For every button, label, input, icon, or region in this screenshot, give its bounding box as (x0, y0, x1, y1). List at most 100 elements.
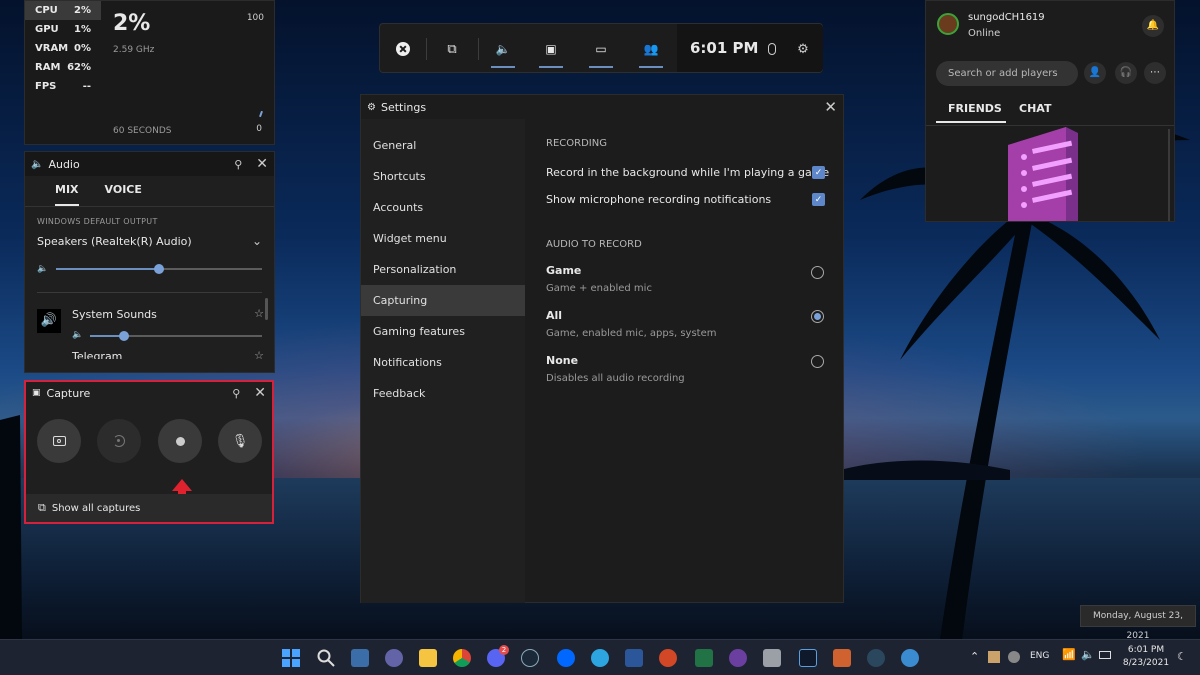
pin-icon[interactable]: ⚲ (234, 158, 242, 171)
master-volume-slider[interactable] (56, 264, 262, 274)
powerpoint-icon[interactable] (659, 649, 677, 667)
search-icon[interactable] (317, 649, 335, 667)
nav-gaming-features[interactable]: Gaming features (361, 316, 525, 347)
chrome-icon[interactable] (453, 649, 471, 667)
app-icon[interactable] (901, 649, 919, 667)
volume-icon[interactable]: 🔈 (1081, 648, 1095, 661)
stat-vram[interactable]: VRAM 0% (25, 39, 101, 58)
mouse-button[interactable] (760, 24, 784, 74)
system-sounds-volume-slider[interactable] (90, 331, 262, 341)
cpu-frequency: 2.59 GHz (113, 45, 155, 55)
steam-icon[interactable] (867, 649, 885, 667)
excel-icon[interactable] (695, 649, 713, 667)
telegram-icon[interactable] (591, 649, 609, 667)
focus-assist-icon[interactable]: ☾ (1177, 650, 1187, 663)
close-icon[interactable]: ✕ (824, 98, 837, 116)
widget-menu-button[interactable]: ⧉ (430, 24, 474, 74)
taskbar-clock[interactable]: 6:01 PM 8/23/2021 (1122, 644, 1170, 670)
show-mic-notifications-checkbox[interactable]: ✓ (812, 193, 825, 206)
xbox-icon (396, 42, 410, 56)
speaker-icon: 🔈 (495, 42, 511, 56)
social-widget-button[interactable]: 👥 (628, 24, 674, 74)
scrollbar[interactable] (1168, 129, 1170, 221)
xbox-button[interactable] (380, 24, 426, 74)
party-button[interactable]: 🎧 (1115, 62, 1137, 84)
replay-icon (113, 435, 125, 447)
steam-icon[interactable] (521, 649, 539, 667)
battery-icon[interactable] (1099, 651, 1111, 659)
capture-widget-button[interactable]: ▣ (528, 24, 574, 74)
app-icon[interactable] (763, 649, 781, 667)
more-icon: ⋯ (1150, 67, 1160, 78)
nav-widget-menu[interactable]: Widget menu (361, 223, 525, 254)
option-all-radio[interactable] (811, 310, 824, 323)
master-volume-knob[interactable] (154, 264, 165, 274)
system-sounds-volume-knob[interactable] (119, 331, 130, 341)
file-explorer-icon[interactable] (419, 649, 437, 667)
pin-icon[interactable]: ⚲ (232, 387, 240, 400)
output-device-select[interactable]: Speakers (Realtek(R) Audio) ⌄ (25, 226, 274, 248)
app-icon[interactable] (729, 649, 747, 667)
record-background-checkbox[interactable]: ✓ (812, 166, 825, 179)
camera-icon (52, 436, 66, 446)
tab-mix[interactable]: MIX (55, 183, 79, 206)
nav-personalization[interactable]: Personalization (361, 254, 525, 285)
tray-app-icon[interactable] (988, 651, 1000, 663)
more-options-button[interactable]: ⋯ (1144, 62, 1166, 84)
task-view-icon[interactable] (351, 649, 369, 667)
performance-widget-button[interactable]: ▭ (578, 24, 624, 74)
audio-title: Audio (48, 157, 80, 171)
nav-notifications[interactable]: Notifications (361, 347, 525, 378)
start-recording-button[interactable] (158, 419, 202, 463)
favorite-star-icon[interactable]: ☆ (254, 307, 264, 320)
teams-chat-icon[interactable] (385, 649, 403, 667)
nav-feedback[interactable]: Feedback (361, 378, 525, 409)
show-all-captures-link[interactable]: ⧉ Show all captures (26, 494, 272, 522)
nav-capturing[interactable]: Capturing (361, 285, 525, 316)
date-tooltip: Monday, August 23, 2021 (1080, 605, 1196, 641)
mic-off-icon: 🎙 (231, 433, 249, 449)
stat-cpu[interactable]: CPU 2% (25, 1, 101, 20)
tab-chat[interactable]: CHAT (1019, 102, 1051, 115)
settings-button[interactable]: ⚙ (790, 24, 816, 74)
stat-fps[interactable]: FPS -- (25, 77, 101, 96)
tray-app-icon[interactable] (1008, 651, 1020, 663)
discord-icon[interactable]: 2 (487, 645, 509, 667)
notifications-button[interactable]: 🔔 (1142, 15, 1164, 37)
zalo-icon[interactable] (557, 649, 575, 667)
mic-toggle-button[interactable]: 🎙 (218, 419, 262, 463)
scrollbar[interactable] (265, 298, 268, 320)
nav-accounts[interactable]: Accounts (361, 192, 525, 223)
close-icon[interactable]: ✕ (254, 385, 266, 401)
stat-ram[interactable]: RAM 62% (25, 58, 101, 77)
add-friend-button[interactable]: 👤 (1084, 62, 1106, 84)
widget-menu-icon: ⧉ (447, 41, 457, 57)
stat-gpu[interactable]: GPU 1% (25, 20, 101, 39)
settings-nav: General Shortcuts Accounts Widget menu P… (361, 119, 525, 603)
audio-title-bar: 🔈 Audio ⚲ ✕ (25, 152, 274, 176)
audio-widget-button[interactable]: 🔈 (480, 24, 526, 74)
option-none-radio[interactable] (811, 355, 824, 368)
close-icon[interactable]: ✕ (256, 156, 268, 172)
nav-shortcuts[interactable]: Shortcuts (361, 161, 525, 192)
tab-friends-underline (936, 121, 1006, 123)
tab-voice[interactable]: VOICE (105, 183, 142, 206)
option-game-radio[interactable] (811, 266, 824, 279)
record-last-button[interactable] (97, 419, 141, 463)
output-device-name: Speakers (Realtek(R) Audio) (37, 234, 192, 248)
search-players-input[interactable]: Search or add players (936, 61, 1078, 86)
gear-icon: ⚙ (367, 101, 376, 113)
favorite-star-icon[interactable]: ☆ (254, 349, 264, 359)
start-icon[interactable] (282, 649, 300, 667)
visual-studio-icon[interactable] (799, 649, 817, 667)
divider (478, 38, 479, 60)
chevron-up-icon[interactable]: ⌃ (970, 650, 979, 663)
tab-friends[interactable]: FRIENDS (948, 102, 1002, 115)
nav-general[interactable]: General (361, 130, 525, 161)
wifi-icon[interactable]: 📶 (1062, 648, 1076, 661)
app-icon[interactable] (833, 649, 851, 667)
language-indicator[interactable]: ENG (1030, 651, 1049, 661)
graph-line (259, 110, 263, 118)
screenshot-button[interactable] (37, 419, 81, 463)
word-icon[interactable] (625, 649, 643, 667)
